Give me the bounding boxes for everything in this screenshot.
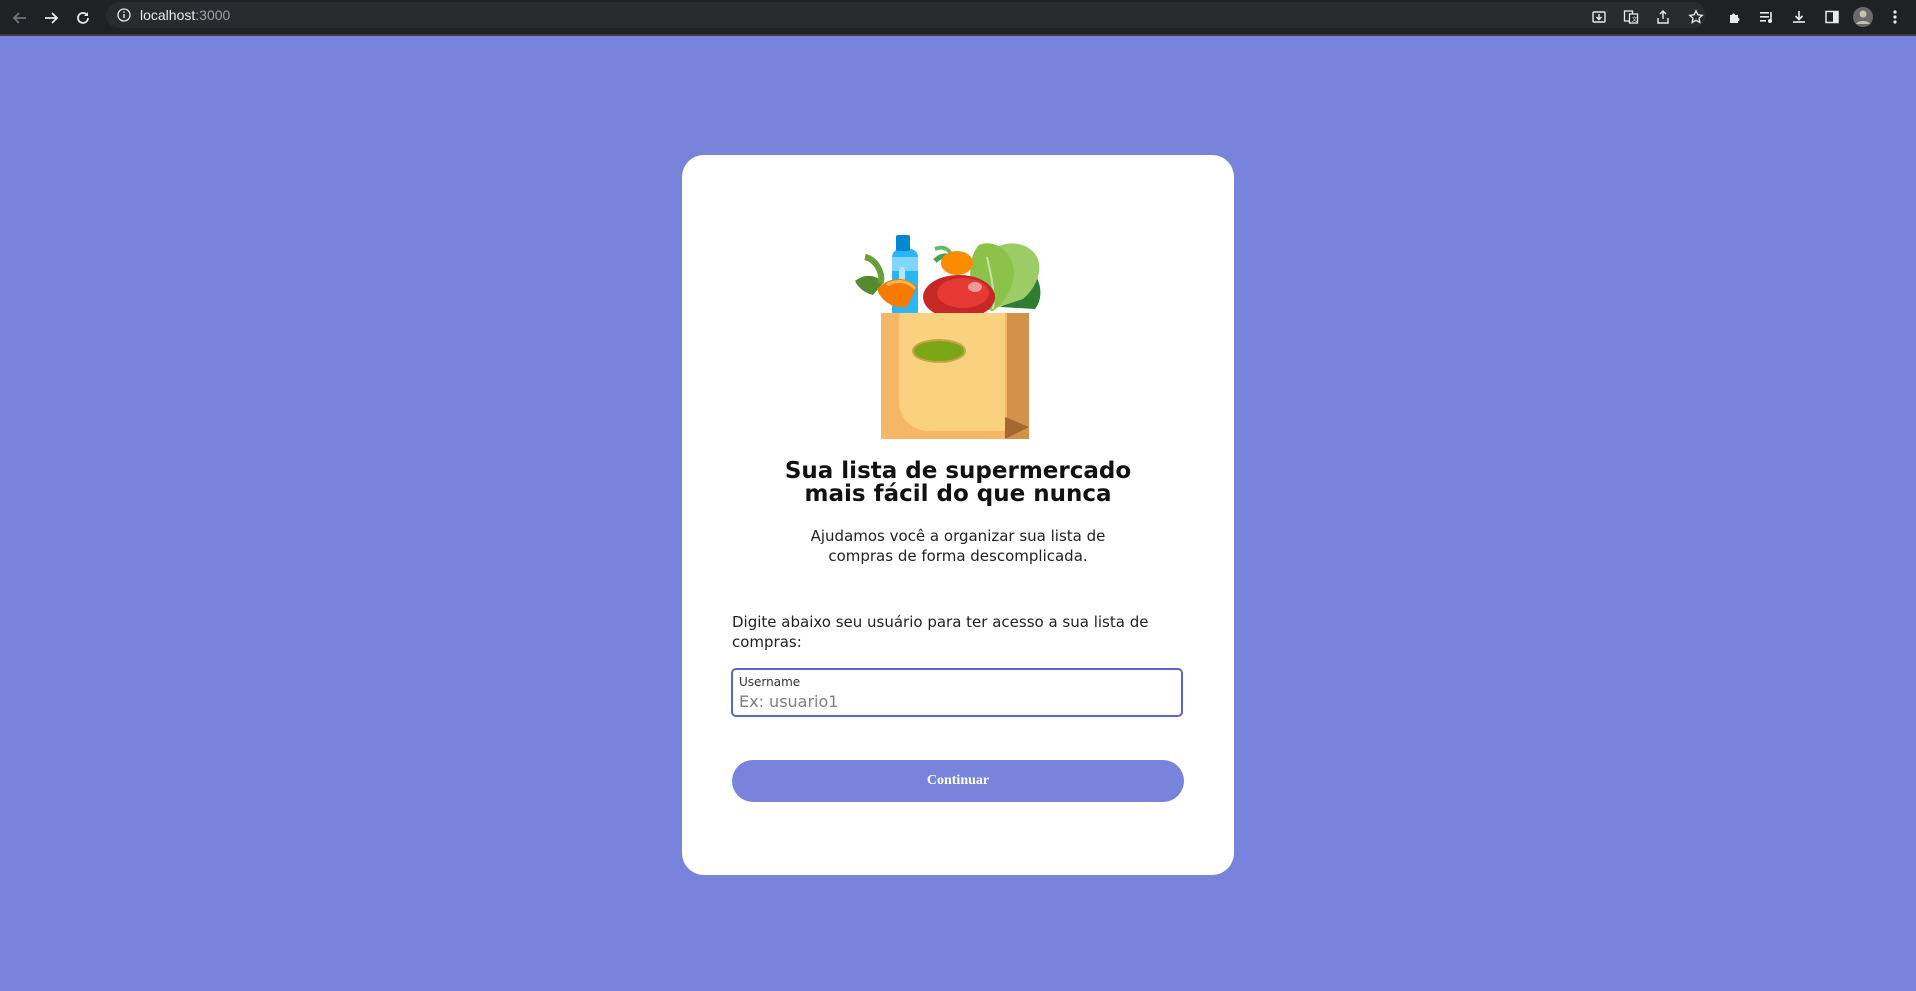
reload-icon[interactable] [69,4,97,32]
instructions-text: Digite abaixo seu usuário para ter acess… [732,612,1152,652]
svg-text:文: 文 [1632,16,1638,24]
url-host: localhost [140,7,196,23]
url-text[interactable]: localhost:3000 [140,7,230,23]
subtitle: Ajudamos você a organizar sua lista de c… [802,526,1114,566]
side-panel-icon[interactable] [1821,6,1843,28]
title-line-2: mais fácil do que nunca [804,481,1112,507]
bookmark-star-icon[interactable] [1685,6,1707,28]
title-line-1: Sua lista de supermercado [784,458,1132,484]
address-bar[interactable]: localhost:3000 [106,2,1706,28]
username-field[interactable]: Username [731,668,1183,717]
extensions-icon[interactable] [1724,6,1746,28]
subtitle-line-1: Ajudamos você a organizar sua lista de [810,527,1106,545]
instructions-line-1: Digite abaixo seu usuário para ter acess… [732,613,1149,631]
grocery-bag-illustration [855,235,1041,439]
download-icon[interactable] [1788,6,1810,28]
profile-avatar[interactable] [1852,6,1874,28]
page-title: Sua lista de supermercado mais fácil do … [682,460,1234,506]
browser-toolbar: localhost:3000 文 [0,0,1916,36]
back-icon[interactable] [6,4,34,32]
instructions-line-2: compras: [732,633,802,651]
subtitle-line-2: compras de forma descomplicada. [828,547,1088,565]
username-label: Username [739,675,801,689]
install-icon[interactable] [1588,6,1610,28]
username-input[interactable] [739,691,1169,711]
login-card: Sua lista de supermercado mais fácil do … [682,155,1234,875]
menu-icon[interactable] [1884,6,1906,28]
translate-icon[interactable]: 文 [1620,6,1642,28]
continue-button[interactable]: Continuar [732,760,1184,802]
share-icon[interactable] [1652,6,1674,28]
toolbar-divider [0,34,1916,36]
info-icon[interactable] [116,7,132,23]
url-port: :3000 [195,7,231,23]
media-icon[interactable] [1756,6,1778,28]
forward-icon[interactable] [37,4,65,32]
